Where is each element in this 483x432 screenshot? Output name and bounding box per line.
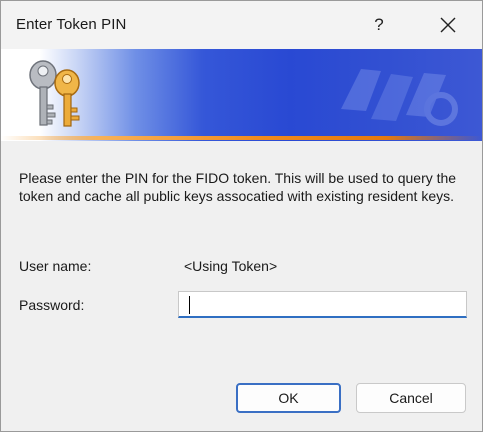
- cancel-button[interactable]: Cancel: [356, 383, 466, 413]
- banner-watermark: [341, 69, 458, 126]
- password-field[interactable]: [178, 291, 467, 318]
- title-bar: Enter Token PIN ?: [1, 1, 482, 49]
- close-button[interactable]: [422, 5, 474, 45]
- username-value: <Using Token>: [184, 258, 278, 274]
- dialog-window: Enter Token PIN ? Please enter the PIN f…: [0, 0, 483, 432]
- dialog-title: Enter Token PIN: [16, 16, 127, 33]
- close-icon: [440, 17, 456, 33]
- ok-button[interactable]: OK: [236, 383, 341, 413]
- username-label: User name:: [19, 258, 92, 274]
- header-banner: [1, 49, 482, 141]
- instruction-text: Please enter the PIN for the FIDO token.…: [19, 170, 457, 204]
- keys-icon: [29, 60, 80, 127]
- banner-accent-line: [1, 136, 482, 140]
- help-button[interactable]: ?: [359, 5, 399, 45]
- password-label: Password:: [19, 297, 85, 313]
- text-caret: [189, 296, 190, 314]
